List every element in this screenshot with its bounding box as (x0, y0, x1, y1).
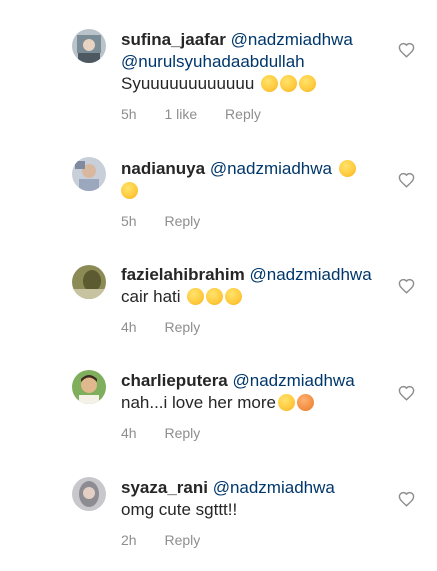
comment-likes[interactable]: 1 like (164, 106, 197, 122)
avatar[interactable] (72, 370, 106, 404)
avatar[interactable] (72, 157, 106, 191)
heart-icon[interactable] (398, 278, 415, 294)
heart-eyes-emoji (121, 182, 138, 199)
heart-eyes-emoji (225, 288, 243, 305)
comment-time: 4h (121, 319, 137, 335)
comment-mention[interactable]: @nadzmiadhwa (233, 371, 355, 390)
comment-time: 2h (121, 532, 137, 548)
comment-username[interactable]: charlieputera (121, 371, 228, 390)
comment-mention[interactable]: @nadzmiadhwa (213, 478, 335, 497)
heart-icon[interactable] (398, 491, 415, 507)
reply-button[interactable]: Reply (164, 319, 200, 335)
reply-button[interactable]: Reply (164, 213, 200, 229)
comment-text: nah...i love her more (121, 393, 276, 412)
comment-mention[interactable]: @nadzmiadhwa (250, 265, 372, 284)
comment-username[interactable]: nadianuya (121, 159, 205, 178)
heart-eyes-emoji (187, 288, 205, 305)
avatar[interactable] (72, 265, 106, 299)
comment-mention[interactable]: @nurulsyuhadaabdullah (121, 52, 305, 71)
grinning-squint-emoji (299, 75, 317, 92)
comment-time: 5h (121, 213, 137, 229)
heart-eyes-emoji (338, 160, 356, 177)
grinning-squint-emoji (261, 75, 279, 92)
grinning-squint-emoji (280, 75, 298, 92)
cat-face-emoji (296, 394, 314, 411)
reply-button[interactable]: Reply (225, 106, 261, 122)
comment-text: cair hati (121, 287, 181, 306)
comments-list: sufina_jaafar @nadzmiadhwa @nurulsyuhada… (0, 0, 437, 571)
comment-time: 5h (121, 106, 137, 122)
reply-button[interactable]: Reply (164, 425, 200, 441)
comment-username[interactable]: syaza_rani (121, 478, 208, 497)
comment-mention[interactable]: @nadzmiadhwa (231, 30, 353, 49)
comment-text: Syuuuuuuuuuuuu (121, 74, 255, 93)
heart-icon[interactable] (398, 42, 415, 58)
avatar[interactable] (72, 29, 106, 63)
heart-eyes-emoji (206, 288, 224, 305)
avatar[interactable] (72, 477, 106, 511)
heart-icon[interactable] (398, 385, 415, 401)
comment-text: omg cute sgttt!! (121, 500, 238, 519)
grinning-squint-emoji (277, 394, 295, 411)
comment-mention[interactable]: @nadzmiadhwa (210, 159, 332, 178)
comment-username[interactable]: sufina_jaafar (121, 30, 226, 49)
comment-time: 4h (121, 425, 137, 441)
comment-username[interactable]: fazielahibrahim (121, 265, 245, 284)
heart-icon[interactable] (398, 172, 415, 188)
reply-button[interactable]: Reply (164, 532, 200, 548)
